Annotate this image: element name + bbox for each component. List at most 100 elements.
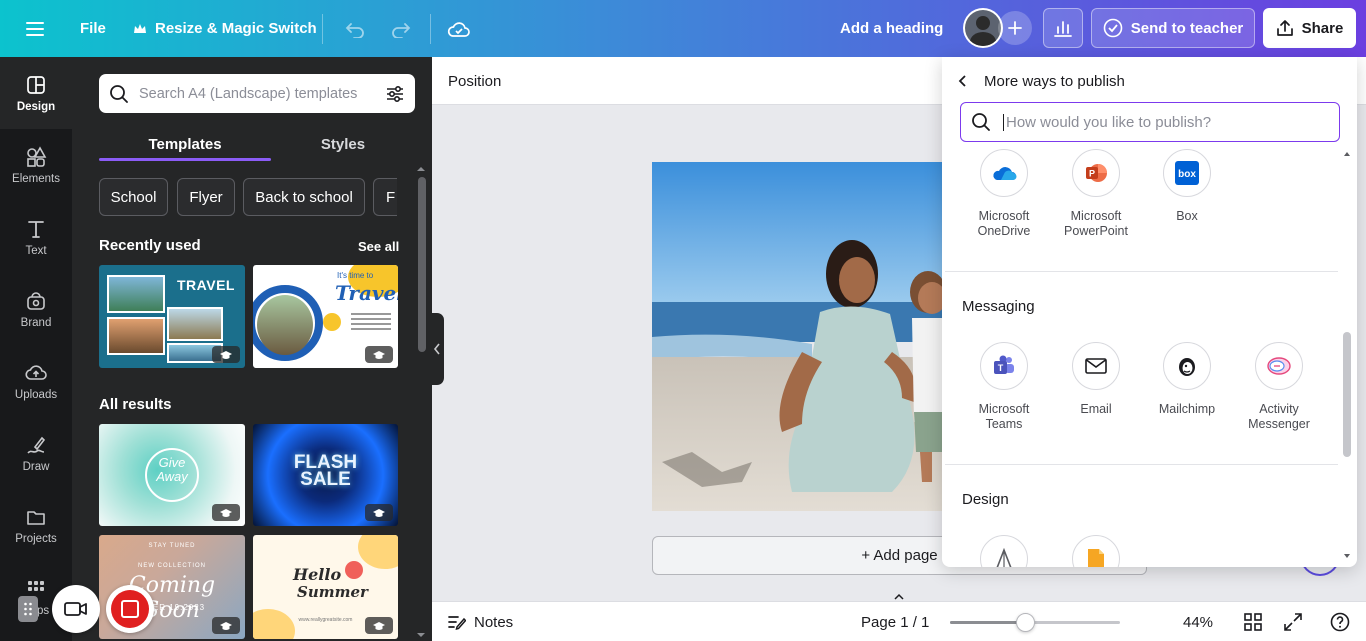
app-label-line2: PowerPoint [1064, 224, 1128, 238]
publish-scrollbar[interactable] [1343, 332, 1351, 457]
stop-recording-button[interactable] [106, 585, 154, 633]
page-indicator[interactable]: Page 1 / 1 [861, 602, 929, 641]
svg-text:box: box [1178, 169, 1196, 180]
help-button[interactable] [1330, 602, 1350, 641]
bottom-bar: Notes Page 1 / 1 44% [432, 593, 1366, 641]
publish-scrollbar-track [1342, 149, 1352, 561]
cloud-save-status[interactable] [447, 0, 471, 57]
publish-popup: More ways to publish How would you like … [942, 57, 1357, 567]
powerpoint-icon: P [1072, 149, 1120, 197]
expand-icon [1284, 613, 1302, 631]
chevron-up-icon[interactable] [893, 593, 905, 601]
filter-icon[interactable] [385, 85, 405, 103]
collapse-panel-button[interactable] [430, 313, 444, 385]
notes-button[interactable]: Notes [448, 602, 513, 641]
rail-item-uploads[interactable]: Uploads [0, 345, 72, 417]
uploads-icon [25, 364, 47, 380]
camera-toggle-button[interactable] [52, 585, 100, 633]
app-microsoft-onedrive[interactable]: Microsoft OneDrive [958, 149, 1050, 239]
menu-button[interactable] [26, 0, 46, 57]
see-all-link[interactable]: See all [358, 239, 399, 254]
template-thumb-travel-1[interactable]: TRAVEL [99, 265, 245, 368]
grid-view-button[interactable] [1244, 602, 1262, 641]
mailchimp-icon [1163, 342, 1211, 390]
slides-app-icon [1072, 535, 1120, 567]
chip-flyer[interactable]: Flyer [177, 178, 235, 216]
rail-label: Text [25, 244, 47, 257]
chip-more[interactable]: F [373, 178, 397, 216]
publish-header: More ways to publish [958, 71, 1125, 91]
add-collaborator-button[interactable] [998, 11, 1032, 45]
panel-tabs: Templates Styles [99, 127, 415, 161]
app-box[interactable]: box Box [1141, 149, 1233, 224]
send-to-teacher-button[interactable]: Send to teacher [1091, 8, 1255, 48]
scroll-up-icon[interactable] [1343, 151, 1351, 157]
rail-item-elements[interactable]: Elements [0, 129, 72, 201]
undo-icon [345, 22, 364, 38]
divider [945, 464, 1338, 465]
app-activity-messenger[interactable]: Activity Messenger [1233, 342, 1325, 432]
recently-used-heading: Recently used [99, 237, 201, 254]
app-label-line1: Microsoft [978, 402, 1030, 416]
tab-styles[interactable]: Styles [271, 127, 415, 161]
avatar[interactable] [963, 8, 1003, 48]
video-camera-icon [64, 602, 87, 616]
app-email[interactable]: Email [1050, 342, 1142, 417]
zoom-level[interactable]: 44% [1173, 602, 1223, 641]
share-label: Share [1301, 19, 1344, 37]
template-thumb-giveaway[interactable]: Give Away [99, 424, 245, 526]
panel-scrollbar[interactable] [418, 177, 426, 352]
active-tab-indicator [99, 158, 271, 161]
template-thumb-travel-2[interactable]: It's time to Travel [253, 265, 398, 368]
design-title[interactable]: Add a heading [840, 0, 943, 57]
fullscreen-button[interactable] [1284, 602, 1302, 641]
publish-search-placeholder: How would you like to publish? [1003, 113, 1211, 131]
rail-item-projects[interactable]: Projects [0, 489, 72, 561]
rail-item-text[interactable]: Text [0, 201, 72, 273]
all-results-heading: All results [99, 396, 172, 413]
undo-button[interactable] [344, 0, 366, 57]
publish-search-input[interactable]: How would you like to publish? [960, 102, 1340, 142]
insights-button[interactable] [1043, 8, 1083, 48]
help-icon [1330, 612, 1350, 632]
teams-icon: T [980, 342, 1028, 390]
onedrive-icon [980, 149, 1028, 197]
app-design-1[interactable] [958, 535, 1050, 567]
scroll-up-icon[interactable] [416, 166, 426, 172]
app-microsoft-teams[interactable]: T Microsoft Teams [958, 342, 1050, 432]
tab-templates[interactable]: Templates [99, 127, 271, 161]
notes-label: Notes [474, 613, 514, 631]
share-button[interactable]: Share [1263, 8, 1356, 48]
rail-item-brand[interactable]: Brand [0, 273, 72, 345]
chip-school[interactable]: School [99, 178, 168, 216]
app-design-2[interactable] [1050, 535, 1142, 567]
back-arrow-icon[interactable] [958, 74, 968, 88]
scroll-down-icon[interactable] [416, 632, 426, 638]
scroll-down-icon[interactable] [1343, 553, 1351, 559]
app-microsoft-powerpoint[interactable]: P Microsoft PowerPoint [1050, 149, 1142, 239]
search-icon [972, 113, 990, 131]
education-badge-icon [212, 346, 240, 363]
bar-chart-icon [1054, 21, 1072, 37]
app-mailchimp[interactable]: Mailchimp [1141, 342, 1233, 417]
grid-icon [1244, 613, 1262, 631]
rail-item-draw[interactable]: Draw [0, 417, 72, 489]
elements-icon [27, 145, 47, 167]
rail-item-design[interactable]: Design [0, 57, 72, 129]
drag-handle[interactable] [18, 596, 38, 622]
template-thumb-flash-sale[interactable]: FLASH SALE [253, 424, 398, 526]
position-button[interactable]: Position [448, 57, 501, 105]
template-search-input[interactable]: Search A4 (Landscape) templates [99, 74, 415, 113]
education-badge-icon [365, 617, 393, 634]
resize-magic-switch-button[interactable]: Resize & Magic Switch [133, 0, 317, 57]
zoom-slider[interactable] [950, 613, 1120, 632]
design-photo[interactable] [652, 162, 952, 511]
chip-back-to-school[interactable]: Back to school [243, 178, 365, 216]
templates-panel: Search A4 (Landscape) templates Template… [72, 57, 432, 641]
template-thumb-hello-summer[interactable]: Hello Summer www.reallygreatsite.com [253, 535, 398, 639]
education-badge-icon [212, 504, 240, 521]
top-bar: File Resize & Magic Switch Add a heading [0, 0, 1366, 57]
zoom-slider-handle[interactable] [1015, 613, 1035, 632]
file-menu[interactable]: File [80, 0, 106, 57]
redo-button[interactable] [390, 0, 412, 57]
